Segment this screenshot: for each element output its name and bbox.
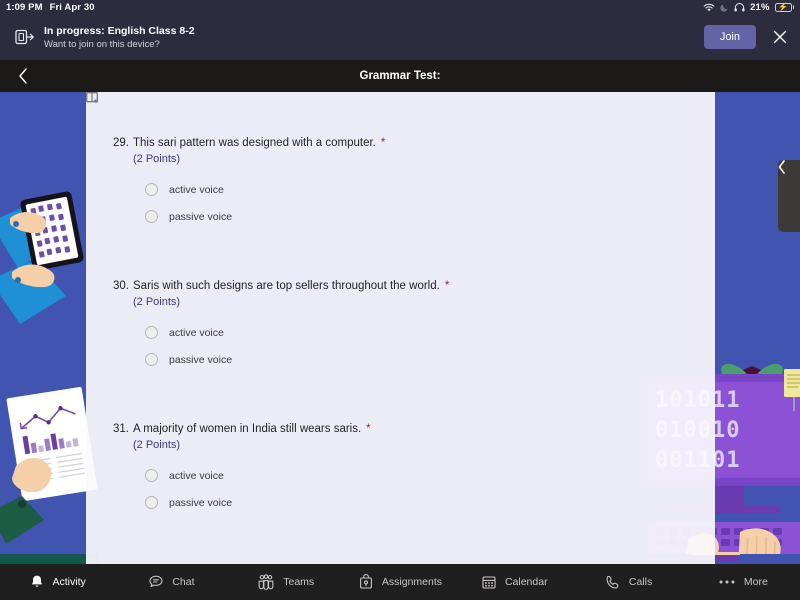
question-item: 29. This sari pattern was designed with … xyxy=(86,92,715,237)
wallpaper-stage: 101011 010010 001101 xyxy=(0,92,800,564)
bell-icon xyxy=(29,574,45,590)
nav-item-chat[interactable]: Chat xyxy=(114,574,228,590)
status-bar-date: Fri Apr 30 xyxy=(49,1,95,13)
nav-item-more[interactable]: More xyxy=(686,576,800,588)
radio-option[interactable]: passive voice xyxy=(145,353,685,366)
option-label: active voice xyxy=(169,326,224,339)
question-text: Saris with such designs are top sellers … xyxy=(133,280,440,292)
answer-options: active voice passive voice xyxy=(133,326,685,366)
nav-label-calls: Calls xyxy=(628,576,653,588)
close-icon[interactable] xyxy=(770,27,790,47)
question-text: A majority of women in India still wears… xyxy=(133,423,362,435)
nav-item-activity[interactable]: Activity xyxy=(0,574,114,590)
page-title: Grammar Test: xyxy=(359,70,441,82)
moon-icon xyxy=(720,3,729,12)
nav-item-calls[interactable]: Calls xyxy=(571,574,685,590)
phone-icon xyxy=(605,574,621,590)
nav-label-activity: Activity xyxy=(52,576,86,588)
question-number: 31. xyxy=(113,423,129,435)
ios-status-bar: 1:09 PM Fri Apr 30 21% ⚡ xyxy=(0,0,800,14)
teams-icon xyxy=(257,574,275,590)
radio-option[interactable]: passive voice xyxy=(145,496,685,509)
banner-text-block: In progress: English Class 8-2 Want to j… xyxy=(44,25,195,50)
nav-item-calendar[interactable]: Calendar xyxy=(457,574,571,590)
radio-button[interactable] xyxy=(145,210,158,223)
option-label: passive voice xyxy=(169,210,233,223)
battery-percent-label: 21% xyxy=(750,1,770,13)
status-bar-right: 21% ⚡ xyxy=(703,2,800,13)
nav-label-calendar: Calendar xyxy=(504,576,548,588)
page-header: Grammar Test: xyxy=(0,60,800,92)
cast-device-icon xyxy=(12,29,38,46)
radio-option[interactable]: active voice xyxy=(145,326,685,339)
join-button[interactable]: Join xyxy=(703,25,756,49)
nav-label-assignments: Assignments xyxy=(381,576,443,588)
ellipsis-icon xyxy=(718,579,736,585)
banner-actions: Join xyxy=(703,25,790,49)
assignments-icon xyxy=(358,574,374,590)
right-drawer-toggle[interactable] xyxy=(778,160,800,232)
question-item: 30. Saris with such designs are top sell… xyxy=(86,92,715,380)
status-bar-left: 1:09 PM Fri Apr 30 xyxy=(0,2,95,13)
banner-title: In progress: English Class 8-2 xyxy=(44,24,195,37)
question-points: (2 Points) xyxy=(133,153,181,165)
calendar-icon xyxy=(481,574,497,590)
question-item: 31. A majority of women in India still w… xyxy=(86,92,715,523)
question-points: (2 Points) xyxy=(133,439,181,451)
radio-button[interactable] xyxy=(145,326,158,339)
nav-label-more: More xyxy=(743,576,768,588)
question-points: (2 Points) xyxy=(133,296,181,308)
radio-button[interactable] xyxy=(145,469,158,482)
question-list: 29. This sari pattern was designed with … xyxy=(86,92,715,523)
meeting-in-progress-banner: In progress: English Class 8-2 Want to j… xyxy=(0,14,800,60)
headphones-icon xyxy=(734,2,745,12)
wifi-icon xyxy=(703,3,715,12)
question-number: 29. xyxy=(113,137,129,149)
radio-option[interactable]: active voice xyxy=(145,183,685,196)
battery-charging-icon: ⚡ xyxy=(774,2,794,12)
nav-item-assignments[interactable]: Assignments xyxy=(343,574,457,590)
required-asterisk: * xyxy=(366,423,371,435)
radio-button[interactable] xyxy=(145,183,158,196)
back-button[interactable] xyxy=(0,68,46,84)
quiz-form-panel: 29. This sari pattern was designed with … xyxy=(86,92,715,564)
required-asterisk: * xyxy=(444,280,450,292)
question-number: 30. xyxy=(113,280,129,292)
option-label: passive voice xyxy=(169,496,233,509)
nav-label-chat: Chat xyxy=(172,576,195,588)
answer-options: active voice passive voice xyxy=(133,183,685,223)
nav-label-teams: Teams xyxy=(283,576,315,588)
option-label: active voice xyxy=(169,469,224,482)
nav-item-teams[interactable]: Teams xyxy=(229,574,343,590)
radio-button[interactable] xyxy=(145,353,158,366)
radio-button[interactable] xyxy=(145,496,158,509)
bottom-navigation: Activity Chat Teams Assignments Calendar… xyxy=(0,564,800,600)
required-asterisk: * xyxy=(380,137,386,149)
chat-icon xyxy=(148,574,164,590)
banner-subtitle: Want to join on this device? xyxy=(44,38,160,50)
radio-option[interactable]: active voice xyxy=(145,469,685,482)
option-label: passive voice xyxy=(169,353,233,366)
option-label: active voice xyxy=(169,183,224,196)
answer-options: active voice passive voice xyxy=(133,469,685,509)
radio-option[interactable]: passive voice xyxy=(145,210,685,223)
status-bar-time: 1:09 PM xyxy=(6,1,43,13)
question-text: This sari pattern was designed with a co… xyxy=(133,137,376,149)
